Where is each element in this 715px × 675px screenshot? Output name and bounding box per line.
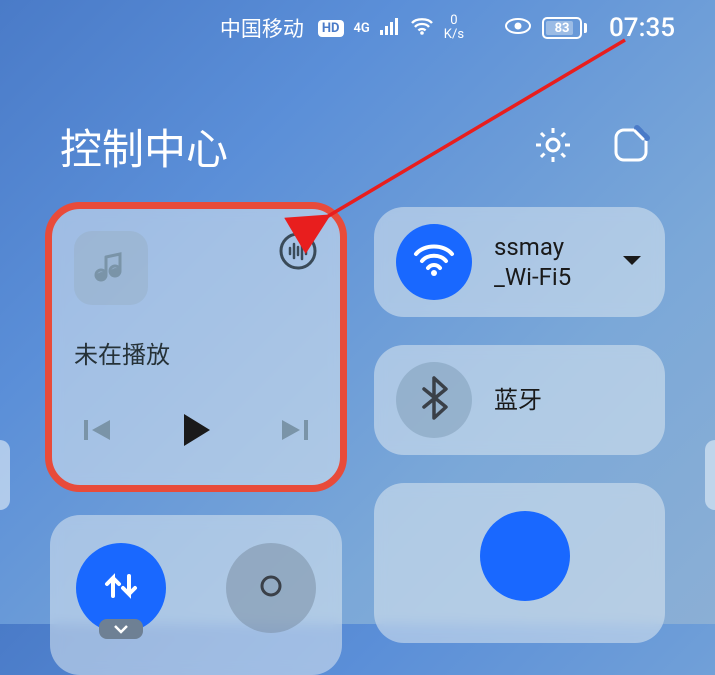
carrier-label: 中国移动	[220, 13, 304, 43]
wifi-label: ssmay _Wi-Fi5	[494, 232, 599, 292]
toggle-right-1[interactable]	[480, 511, 570, 601]
status-bar: 中国移动 HD 4G 0 K/s 83 07:35	[0, 0, 715, 56]
data-arrows-icon	[99, 564, 143, 612]
previous-track-button[interactable]	[82, 415, 116, 449]
wifi-icon	[410, 16, 434, 40]
page-title: 控制中心	[60, 116, 529, 177]
right-toggle-card	[374, 483, 665, 643]
control-center-header: 控制中心	[0, 56, 715, 207]
toggle-unknown[interactable]	[226, 543, 316, 633]
settings-button[interactable]	[529, 123, 577, 171]
wifi-icon	[412, 242, 456, 282]
next-track-button[interactable]	[276, 415, 310, 449]
audio-output-button[interactable]	[278, 231, 318, 275]
music-status: 未在播放	[74, 335, 318, 370]
music-app-icon	[74, 231, 148, 305]
slide-handle[interactable]	[99, 619, 143, 639]
play-button[interactable]	[176, 410, 216, 454]
bluetooth-icon	[419, 376, 449, 424]
edge-handle-left[interactable]	[0, 440, 10, 510]
hd-badge: HD	[318, 20, 344, 37]
clock: 07:35	[609, 13, 675, 43]
wifi-card[interactable]: ssmay _Wi-Fi5	[374, 207, 665, 317]
toggle-mobile-data[interactable]	[76, 543, 166, 633]
wifi-toggle[interactable]	[396, 224, 472, 300]
bluetooth-toggle[interactable]	[396, 362, 472, 438]
battery-indicator: 83	[542, 17, 587, 39]
music-card[interactable]: 未在播放	[50, 207, 342, 487]
gear-icon	[532, 124, 574, 170]
edit-icon	[611, 125, 651, 169]
network-type: 4G	[354, 22, 370, 35]
edge-handle-right[interactable]	[705, 440, 715, 510]
bluetooth-label: 蓝牙	[494, 385, 643, 415]
signal-icon	[380, 16, 400, 40]
chevron-down-icon[interactable]	[621, 253, 643, 272]
net-speed: 0 K/s	[444, 14, 464, 43]
eye-icon	[504, 16, 532, 40]
edit-button[interactable]	[607, 123, 655, 171]
generic-toggle-icon	[256, 571, 286, 605]
quick-toggle-card	[50, 515, 342, 675]
bluetooth-card[interactable]: 蓝牙	[374, 345, 665, 455]
